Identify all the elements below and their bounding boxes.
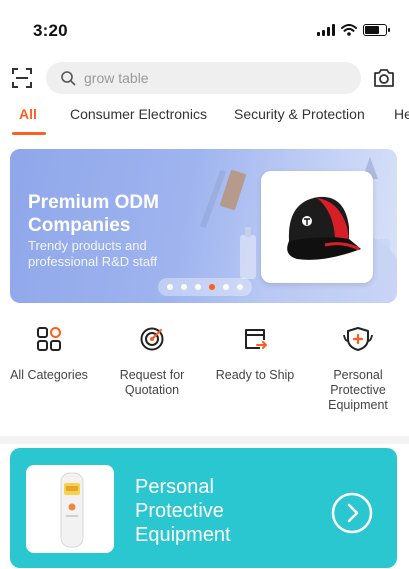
quick-link-label: All Categories bbox=[10, 368, 88, 382]
search-row bbox=[0, 58, 409, 98]
quick-link-label: Request for Quotation bbox=[119, 368, 185, 397]
tab-he[interactable]: He bbox=[394, 106, 409, 122]
search-icon bbox=[61, 71, 76, 86]
ppe-promo-card[interactable]: Personal Protective Equipment bbox=[10, 448, 397, 568]
carousel-dot[interactable] bbox=[237, 284, 243, 290]
search-bar[interactable] bbox=[46, 62, 361, 94]
category-tabs: All Consumer Electronics Security & Prot… bbox=[0, 100, 409, 136]
active-tab-indicator bbox=[12, 132, 46, 135]
tab-security-protection[interactable]: Security & Protection bbox=[234, 106, 365, 122]
categories-icon bbox=[37, 327, 61, 351]
quick-link-label: Ready to Ship bbox=[215, 368, 295, 382]
quick-link-ready-to-ship[interactable]: Ready to Ship bbox=[210, 326, 300, 383]
wifi-icon bbox=[341, 24, 357, 36]
status-time: 3:20 bbox=[33, 21, 68, 40]
tab-consumer-electronics[interactable]: Consumer Electronics bbox=[70, 106, 207, 122]
chevron-right-icon[interactable] bbox=[331, 492, 373, 534]
status-icons bbox=[317, 24, 390, 36]
carousel-dot[interactable] bbox=[209, 284, 215, 290]
banner-title: Premium ODM Companies bbox=[28, 192, 159, 236]
tab-all[interactable]: All bbox=[19, 106, 37, 122]
carousel-dot[interactable] bbox=[167, 284, 173, 290]
battery-icon bbox=[363, 24, 390, 36]
section-divider bbox=[0, 436, 409, 444]
quick-link-label: Personal Protective Equipment bbox=[328, 368, 388, 412]
cap-image bbox=[287, 196, 361, 260]
carousel-dot[interactable] bbox=[223, 284, 229, 290]
quick-link-ppe[interactable]: Personal Protective Equipment bbox=[313, 326, 403, 413]
carousel-dot[interactable] bbox=[195, 284, 201, 290]
ship-box-icon bbox=[245, 329, 267, 349]
cellular-signal-icon bbox=[317, 24, 335, 36]
quick-link-all-categories[interactable]: All Categories bbox=[4, 326, 94, 383]
thermometer-icon bbox=[60, 472, 84, 548]
search-input[interactable] bbox=[84, 70, 324, 86]
banner-product-image bbox=[261, 171, 373, 283]
quick-links: All Categories Request for Quotation Rea… bbox=[0, 326, 409, 430]
scan-icon[interactable] bbox=[10, 66, 34, 90]
status-bar: 3:20 bbox=[0, 0, 409, 58]
carousel-dot[interactable] bbox=[181, 284, 187, 290]
promo-banner[interactable]: Premium ODM Companies Trendy products an… bbox=[10, 149, 397, 303]
carousel-indicator[interactable] bbox=[158, 278, 252, 296]
shield-plus-icon bbox=[343, 327, 373, 351]
thermometer-image bbox=[26, 465, 114, 553]
banner-subtitle: Trendy products and professional R&D sta… bbox=[28, 238, 158, 269]
ppe-card-title: Personal Protective Equipment bbox=[135, 476, 231, 546]
quick-link-request-quotation[interactable]: Request for Quotation bbox=[107, 326, 197, 398]
target-icon bbox=[140, 327, 164, 351]
camera-icon[interactable] bbox=[371, 65, 397, 91]
